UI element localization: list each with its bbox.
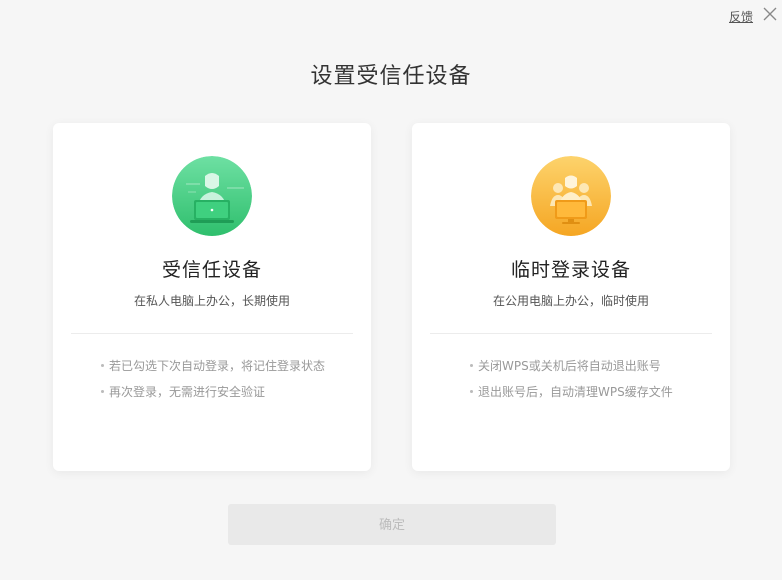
bullet-dot-icon [101,364,104,367]
bullet-dot-icon [101,390,104,393]
list-item: 退出账号后，自动清理WPS缓存文件 [470,385,673,399]
divider [430,333,712,334]
feedback-link[interactable]: 反馈 [729,8,753,25]
trusted-device-card[interactable]: 受信任设备 在私人电脑上办公，长期使用 若已勾选下次自动登录，将记住登录状态 再… [53,123,371,471]
confirm-button[interactable]: 确定 [228,504,556,545]
trusted-device-subtitle: 在私人电脑上办公，长期使用 [133,294,290,308]
trusted-device-icon [172,156,252,236]
page-title: 设置受信任设备 [310,64,472,89]
temporary-device-subtitle: 在公用电脑上办公，临时使用 [492,294,649,308]
list-item: 若已勾选下次自动登录，将记住登录状态 [101,359,325,373]
temporary-device-card[interactable]: 临时登录设备 在公用电脑上办公，临时使用 关闭WPS或关机后将自动退出账号 退出… [412,123,730,471]
temporary-device-icon [531,156,611,236]
list-item: 再次登录，无需进行安全验证 [101,385,325,399]
trusted-device-bullets: 若已勾选下次自动登录，将记住登录状态 再次登录，无需进行安全验证 [101,359,325,411]
trusted-device-title: 受信任设备 [161,259,262,281]
list-item: 关闭WPS或关机后将自动退出账号 [470,359,673,373]
temporary-device-bullets: 关闭WPS或关机后将自动退出账号 退出账号后，自动清理WPS缓存文件 [470,359,673,411]
bullet-dot-icon [470,364,473,367]
close-icon[interactable] [762,6,778,22]
bullet-dot-icon [470,390,473,393]
divider [71,333,353,334]
temporary-device-title: 临时登录设备 [510,259,631,281]
